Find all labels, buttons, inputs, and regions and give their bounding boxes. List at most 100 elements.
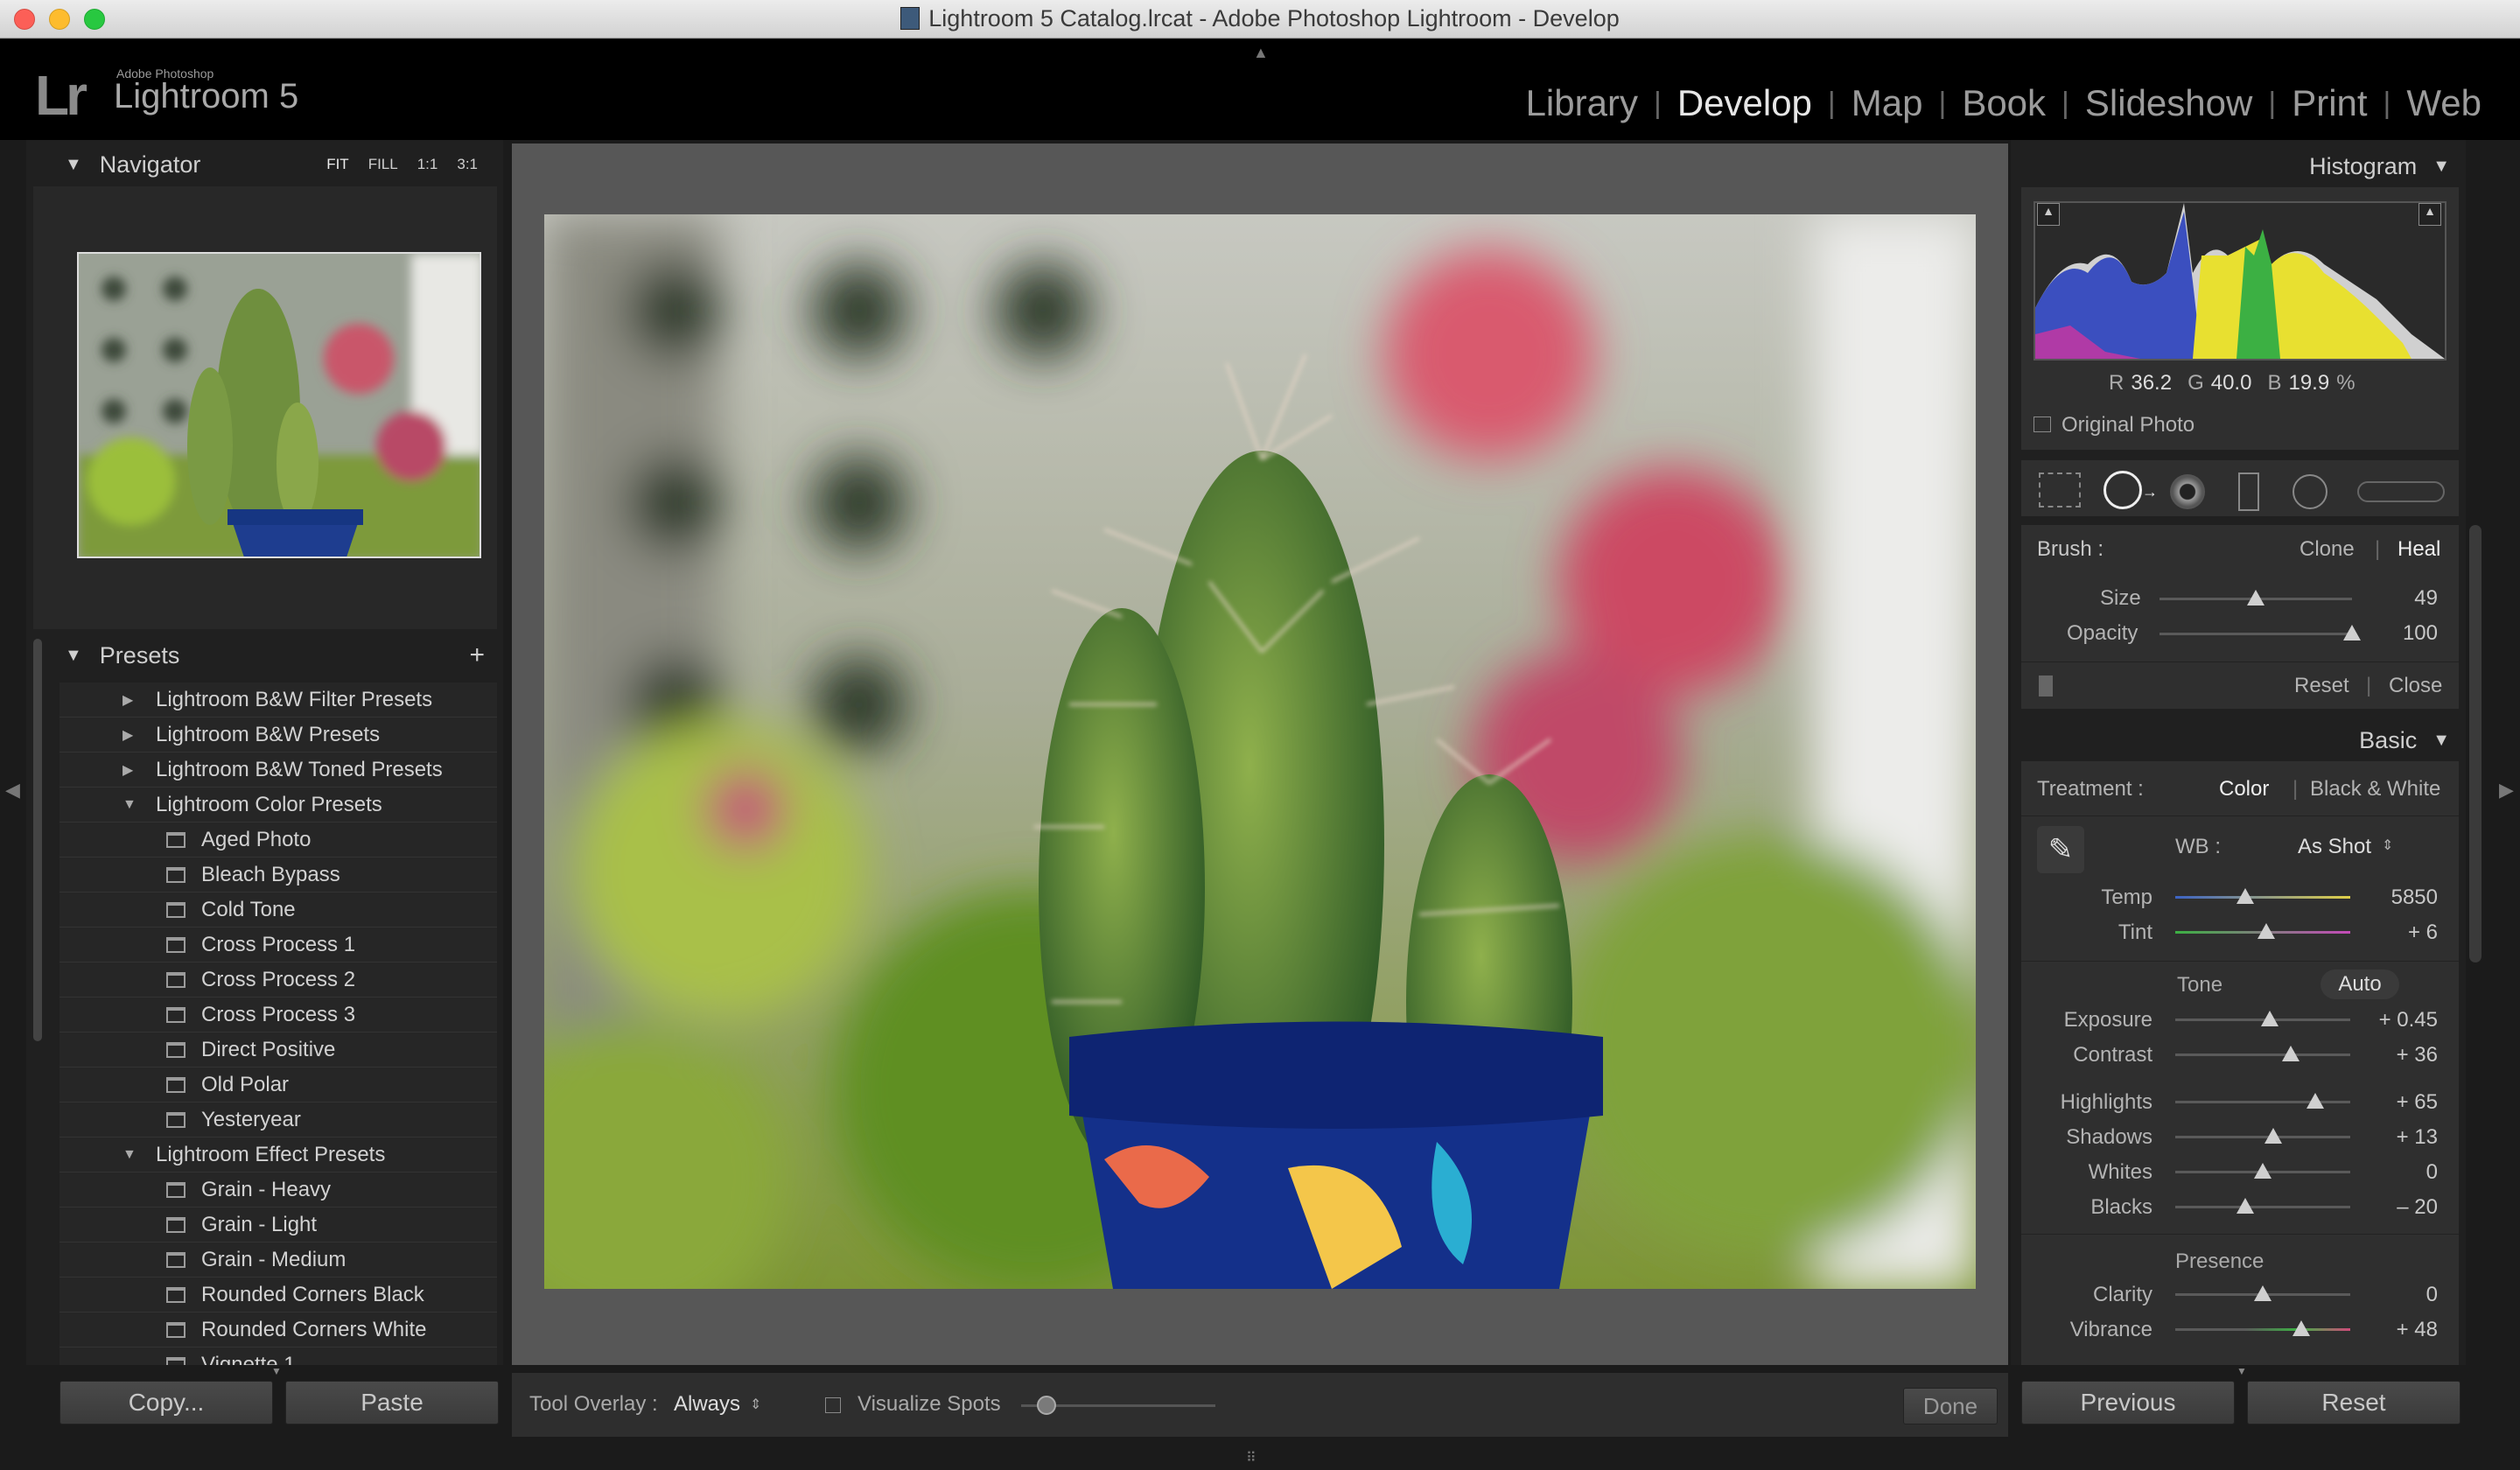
slider-thumb[interactable]	[2306, 1093, 2324, 1109]
red-eye-tool-icon[interactable]	[2170, 474, 2205, 509]
preset-folder[interactable]: ▼ Lightroom Effect Presets	[60, 1138, 497, 1172]
slider-value[interactable]: + 13	[2359, 1125, 2438, 1150]
slider-thumb[interactable]	[2292, 1320, 2310, 1336]
size-value[interactable]: 49	[2359, 586, 2438, 611]
zoom-1-1[interactable]: 1:1	[417, 156, 438, 173]
adjustment-brush-icon[interactable]	[2357, 481, 2445, 502]
preset-item[interactable]: Grain - Light	[60, 1208, 497, 1242]
left-panel-toggle-icon[interactable]: ◀	[5, 779, 20, 802]
preset-item[interactable]: Yesteryear	[60, 1102, 497, 1138]
wb-eyedropper-icon[interactable]: ✎	[2037, 826, 2084, 873]
module-print[interactable]: Print	[2276, 82, 2383, 124]
clone-option[interactable]: Clone	[2300, 537, 2355, 562]
collapsed-triangle-icon[interactable]: ▶	[122, 726, 133, 744]
auto-tone-button[interactable]: Auto	[2320, 970, 2399, 999]
zoom-fill[interactable]: FILL	[368, 156, 398, 173]
reset-brush-button[interactable]: Reset	[2294, 674, 2349, 698]
filmstrip-grip-icon[interactable]: ⠿	[1246, 1449, 1256, 1466]
preset-folder[interactable]: ▼ Lightroom Color Presets	[60, 788, 497, 822]
right-panel-toggle-icon[interactable]: ▶	[2499, 779, 2514, 802]
preset-item[interactable]: Cross Process 2	[60, 962, 497, 998]
presets-header[interactable]: ▼ Presets +	[33, 637, 497, 674]
collapse-triangle-icon[interactable]: ▼	[65, 646, 82, 666]
treatment-color[interactable]: Color	[2219, 777, 2269, 802]
panel-switch-icon[interactable]	[2039, 676, 2053, 696]
spot-removal-tool-icon[interactable]	[2104, 471, 2142, 509]
previous-button[interactable]: Previous	[2021, 1381, 2235, 1424]
slider-thumb[interactable]	[2254, 1285, 2272, 1301]
preset-item[interactable]: Bleach Bypass	[60, 858, 497, 892]
crop-tool-icon[interactable]	[2039, 472, 2081, 508]
zoom-fit[interactable]: FIT	[326, 156, 349, 173]
scroll-down-icon[interactable]: ▼	[2236, 1365, 2247, 1377]
preset-item[interactable]: Vignette 1	[60, 1348, 497, 1365]
shadow-clipping-icon[interactable]: ▲	[2037, 203, 2060, 226]
paste-button[interactable]: Paste	[285, 1381, 499, 1424]
slider-value[interactable]: + 6	[2359, 920, 2438, 945]
slider-thumb[interactable]	[2282, 1046, 2300, 1061]
add-preset-icon[interactable]: +	[469, 640, 485, 670]
preset-folder[interactable]: ▶ Lightroom B&W Filter Presets	[60, 682, 497, 718]
collapse-triangle-icon[interactable]: ▼	[2432, 157, 2450, 177]
reset-button[interactable]: Reset	[2247, 1381, 2460, 1424]
module-slideshow[interactable]: Slideshow	[2069, 82, 2268, 124]
expanded-triangle-icon[interactable]: ▼	[122, 1147, 136, 1163]
preset-item[interactable]: Cold Tone	[60, 892, 497, 928]
original-photo-checkbox[interactable]	[2034, 416, 2051, 432]
opacity-slider-thumb[interactable]	[2343, 625, 2361, 640]
slider-track[interactable]	[2175, 1054, 2350, 1056]
navigator-thumbnail[interactable]	[77, 252, 481, 558]
preset-item[interactable]: Rounded Corners White	[60, 1312, 497, 1348]
expanded-triangle-icon[interactable]: ▼	[122, 797, 136, 813]
slider-value[interactable]: + 65	[2359, 1090, 2438, 1115]
preset-item[interactable]: Cross Process 1	[60, 928, 497, 962]
size-slider-thumb[interactable]	[2247, 590, 2264, 606]
navigator-header[interactable]: ▼ Navigator FIT FILL 1:1 3:1	[33, 146, 497, 183]
opacity-value[interactable]: 100	[2359, 621, 2438, 646]
slider-track[interactable]	[2175, 1206, 2350, 1208]
close-brush-button[interactable]: Close	[2389, 674, 2442, 698]
preset-item[interactable]: Rounded Corners Black	[60, 1278, 497, 1312]
slider-thumb[interactable]	[2261, 1011, 2278, 1026]
slider-thumb[interactable]	[2264, 1128, 2282, 1144]
preset-item[interactable]: Aged Photo	[60, 822, 497, 858]
slider-track[interactable]	[2175, 1136, 2350, 1138]
preset-item[interactable]: Old Polar	[60, 1068, 497, 1102]
slider-value[interactable]: – 20	[2359, 1195, 2438, 1220]
highlight-clipping-icon[interactable]: ▲	[2418, 203, 2441, 226]
histogram-header[interactable]: Histogram ▼	[2021, 147, 2459, 186]
module-map[interactable]: Map	[1836, 82, 1939, 124]
tool-overlay-select[interactable]: Always	[674, 1392, 740, 1417]
visualize-spots-checkbox[interactable]	[825, 1397, 841, 1413]
slider-value[interactable]: 0	[2359, 1283, 2438, 1307]
slider-track[interactable]	[2175, 896, 2350, 899]
slider-thumb[interactable]	[2254, 1163, 2272, 1179]
visualize-spots-slider-knob[interactable]	[1037, 1396, 1056, 1415]
slider-thumb[interactable]	[2236, 888, 2254, 904]
collapse-triangle-icon[interactable]: ▼	[65, 155, 82, 175]
module-library[interactable]: Library	[1510, 82, 1654, 124]
slider-thumb[interactable]	[2258, 923, 2275, 939]
module-web[interactable]: Web	[2390, 82, 2497, 124]
preset-item[interactable]: Direct Positive	[60, 1032, 497, 1068]
slider-value[interactable]: 0	[2359, 1160, 2438, 1185]
preset-item[interactable]: Grain - Heavy	[60, 1172, 497, 1208]
preset-folder[interactable]: ▶ Lightroom B&W Presets	[60, 718, 497, 752]
treatment-bw[interactable]: Black & White	[2310, 777, 2440, 802]
done-button[interactable]: Done	[1903, 1388, 1998, 1424]
opacity-slider-track[interactable]	[2160, 633, 2352, 635]
module-book[interactable]: Book	[1946, 82, 2062, 124]
slider-value[interactable]: + 0.45	[2359, 1008, 2438, 1032]
basic-header[interactable]: Basic ▼	[2021, 721, 2459, 760]
collapsed-triangle-icon[interactable]: ▶	[122, 691, 133, 709]
preset-item[interactable]: Cross Process 3	[60, 998, 497, 1032]
scroll-down-icon[interactable]: ▼	[271, 1365, 282, 1377]
collapsed-triangle-icon[interactable]: ▶	[122, 761, 133, 779]
copy-button[interactable]: Copy...	[60, 1381, 273, 1424]
slider-value[interactable]: + 36	[2359, 1043, 2438, 1068]
wb-select[interactable]: As Shot	[2298, 835, 2371, 859]
slider-thumb[interactable]	[2236, 1198, 2254, 1214]
slider-value[interactable]: 5850	[2359, 886, 2438, 910]
left-panel-scrollbar[interactable]	[33, 639, 42, 1041]
preset-item[interactable]: Grain - Medium	[60, 1242, 497, 1278]
